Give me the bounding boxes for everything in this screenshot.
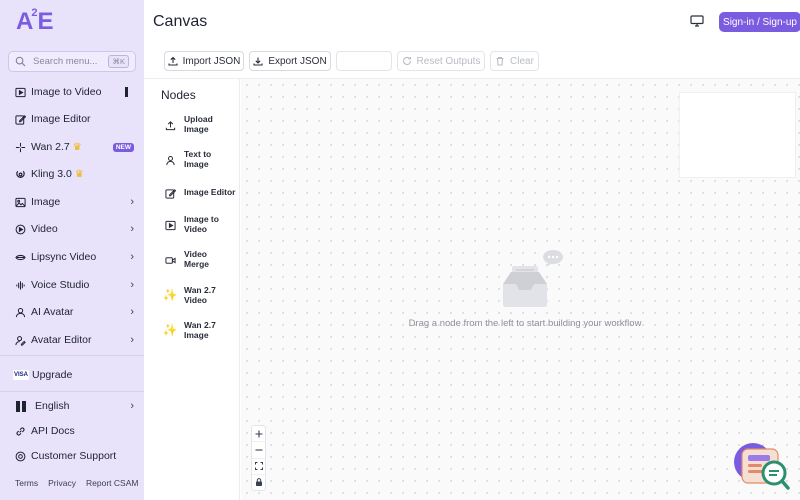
search-input[interactable]: Search menu... [33, 56, 108, 67]
node-video-merge[interactable]: Video Merge [161, 248, 237, 272]
search-icon [15, 56, 26, 67]
monitor-icon[interactable] [690, 15, 704, 27]
sidebar-item-api-docs[interactable]: API Docs [0, 420, 144, 442]
search-shortcut: ⌘K [108, 55, 129, 68]
footer-link-report-csam[interactable]: Report CSAM [86, 478, 138, 488]
lock-button[interactable] [252, 475, 265, 490]
export-json-button[interactable]: Export JSON [249, 51, 331, 71]
sign-in-button[interactable]: Sign-in / Sign-up [719, 12, 800, 32]
chevron-right-icon: › [130, 223, 134, 235]
sidebar-item-language[interactable]: English › [0, 395, 144, 417]
image-video-icon [164, 219, 176, 231]
sidebar-item-lipsync-video[interactable]: Lipsync Video › [0, 246, 144, 268]
blank-toolbar-button[interactable] [336, 51, 392, 71]
sidebar-item-image-editor[interactable]: Image Editor [0, 108, 144, 130]
canvas-minimap[interactable] [679, 92, 796, 178]
edit-icon [164, 187, 176, 199]
sidebar-item-avatar-editor[interactable]: Avatar Editor › [0, 329, 144, 351]
sparkle-icon: ✨ [162, 288, 178, 303]
zoom-in-button[interactable] [252, 426, 265, 443]
crown-icon: ♛ [72, 141, 82, 153]
sidebar-item-kling-3-0[interactable]: Kling 3.0 ♛ [0, 163, 144, 185]
logo[interactable]: A2E [16, 7, 53, 36]
sidebar-item-video[interactable]: Video › [0, 218, 144, 240]
sidebar-divider [0, 391, 144, 392]
video-icon [14, 223, 26, 235]
chevron-right-icon: › [130, 306, 134, 318]
import-json-button[interactable]: Import JSON [164, 51, 244, 71]
sidebar-item-ai-avatar[interactable]: AI Avatar › [0, 301, 144, 323]
node-text-to-image[interactable]: Text to Image [161, 148, 237, 172]
plus-icon [255, 430, 262, 438]
footer-link-privacy[interactable]: Privacy [48, 478, 76, 488]
node-image-editor[interactable]: Image Editor [161, 181, 237, 205]
minus-icon [255, 449, 262, 451]
person-icon [164, 154, 176, 166]
nodes-title: Nodes [161, 88, 196, 102]
zoom-controls [251, 425, 266, 491]
fit-view-icon [254, 462, 263, 471]
download-icon [253, 57, 263, 66]
sidebar-item-upgrade[interactable]: VISA Upgrade [0, 364, 144, 386]
chevron-right-icon: › [130, 251, 134, 263]
empty-inbox-illustration [503, 250, 563, 307]
page-title: Canvas [153, 13, 208, 30]
link-icon [14, 425, 26, 437]
chevron-right-icon: › [130, 400, 134, 412]
chat-support-icon[interactable] [733, 442, 791, 492]
lock-icon [255, 478, 262, 487]
clear-button[interactable]: Clear [490, 51, 539, 71]
image-icon [14, 196, 26, 208]
sidebar-item-image[interactable]: Image › [0, 191, 144, 213]
fit-view-button[interactable] [252, 459, 265, 475]
upload-icon [164, 119, 176, 131]
reset-icon [402, 56, 411, 65]
search-menu[interactable]: Search menu... ⌘K [8, 51, 136, 72]
lipsync-icon [14, 251, 26, 263]
image-to-video-icon [14, 86, 26, 98]
reset-outputs-button[interactable]: Reset Outputs [397, 51, 485, 71]
sidebar-divider [0, 355, 144, 356]
flag-icon [14, 400, 28, 412]
footer-link-terms[interactable]: Terms [15, 478, 38, 488]
node-wan-2-7-image[interactable]: ✨ Wan 2.7 Image [161, 319, 237, 343]
empty-canvas-message: Drag a node from the left to start build… [408, 318, 642, 329]
scroll-marker [125, 87, 128, 97]
kling-icon [14, 168, 26, 180]
wan-icon [14, 141, 26, 153]
node-upload-image[interactable]: Upload Image [161, 113, 237, 137]
crown-icon: ♛ [74, 168, 84, 180]
trash-icon [496, 56, 504, 66]
chevron-right-icon: › [130, 334, 134, 346]
visa-card-icon: VISA [13, 370, 30, 380]
edit-icon [14, 113, 26, 125]
sidebar-item-voice-studio[interactable]: Voice Studio › [0, 274, 144, 296]
sidebar-item-customer-support[interactable]: Customer Support [0, 445, 144, 467]
sparkle-icon: ✨ [162, 323, 178, 338]
voice-icon [14, 279, 26, 291]
sidebar: A2E Search menu... ⌘K Image to Video Ima… [0, 0, 144, 500]
avatar-icon [14, 306, 26, 318]
support-icon [14, 450, 26, 462]
node-wan-2-7-video[interactable]: ✨ Wan 2.7 Video [161, 284, 237, 308]
node-image-to-video[interactable]: Image to Video [161, 213, 237, 237]
chevron-right-icon: › [130, 196, 134, 208]
footer-links: Terms Privacy Report CSAM [15, 478, 138, 488]
chevron-right-icon: › [130, 279, 134, 291]
video-camera-icon [164, 254, 176, 266]
avatar-editor-icon [14, 334, 26, 346]
sidebar-item-image-to-video[interactable]: Image to Video [0, 81, 144, 103]
upload-icon [168, 56, 178, 66]
zoom-out-button[interactable] [252, 442, 265, 459]
new-badge: NEW [112, 142, 134, 152]
sidebar-item-wan-2-7[interactable]: Wan 2.7 ♛ NEW [0, 136, 144, 158]
